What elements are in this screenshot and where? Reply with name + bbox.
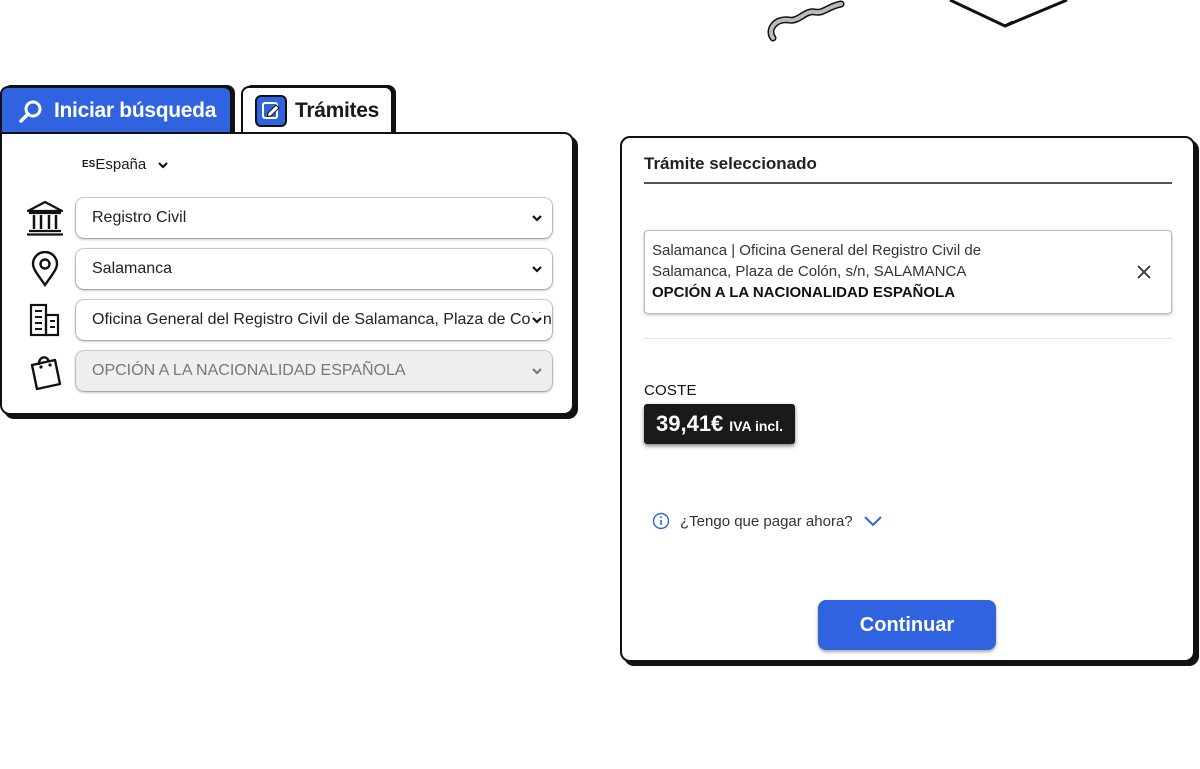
selected-procedure-panel: Trámite seleccionado Salamanca | Oficina… [620, 136, 1195, 662]
shopping-bag-icon [22, 351, 68, 391]
country-name: España [95, 156, 147, 173]
procedure-row: OPCIÓN A LA NACIONALIDAD ESPAÑOLA [22, 351, 552, 391]
title-divider [644, 182, 1172, 184]
chevron-down-icon [532, 266, 542, 273]
selected-location-line1: Salamanca | Oficina General del Registro… [652, 242, 982, 259]
category-select-value: Registro Civil [92, 209, 187, 226]
chevron-down-icon [863, 516, 882, 527]
remove-selection-button[interactable] [1127, 255, 1161, 289]
search-panel: ES España Registro Civil Salamanca Ofici… [0, 132, 574, 415]
price-amount: 39,41€ [656, 411, 724, 436]
chevron-down-icon [532, 368, 542, 375]
selected-location-line2: Salamanca, Plaza de Colón, s/n, SALAMANC… [652, 263, 967, 280]
office-select[interactable]: Oficina General del Registro Civil de Sa… [76, 300, 552, 340]
city-select[interactable]: Salamanca [76, 249, 552, 289]
category-row: Registro Civil [22, 198, 552, 238]
location-pin-icon [22, 249, 68, 289]
section-divider [644, 338, 1172, 339]
decorative-illustration [767, 0, 1068, 42]
pay-now-faq-toggle[interactable]: ¿Tengo que pagar ahora? [652, 512, 883, 530]
edit-document-icon [255, 95, 287, 127]
info-icon [652, 512, 670, 530]
chevron-down-icon [532, 215, 542, 222]
tab-tramites[interactable]: Trámites [241, 86, 393, 134]
procedure-select[interactable]: OPCIÓN A LA NACIONALIDAD ESPAÑOLA [76, 351, 552, 391]
close-icon [1137, 265, 1151, 279]
tab-search-label: Iniciar búsqueda [54, 99, 217, 122]
procedure-select-value: OPCIÓN A LA NACIONALIDAD ESPAÑOLA [92, 362, 406, 379]
institution-icon [22, 198, 68, 238]
selected-procedure-card: Salamanca | Oficina General del Registro… [644, 230, 1172, 314]
search-icon [18, 98, 44, 124]
country-selector[interactable]: ES España [82, 156, 170, 173]
price-badge: 39,41€ IVA incl. [644, 404, 795, 444]
cost-label: COSTE [644, 382, 697, 399]
price-vat: IVA incl. [729, 418, 783, 434]
continue-button[interactable]: Continuar [818, 600, 996, 650]
panel-title: Trámite seleccionado [644, 154, 817, 173]
faq-question: ¿Tengo que pagar ahora? [680, 512, 853, 530]
office-select-value: Oficina General del Registro Civil de Sa… [92, 311, 552, 328]
city-row: Salamanca [22, 249, 552, 289]
city-select-value: Salamanca [92, 260, 173, 277]
selected-procedure-name: OPCIÓN A LA NACIONALIDAD ESPAÑOLA [652, 284, 956, 301]
office-row: Oficina General del Registro Civil de Sa… [22, 300, 552, 340]
tab-search[interactable]: Iniciar búsqueda [0, 86, 232, 134]
chevron-down-icon [158, 161, 168, 169]
category-select[interactable]: Registro Civil [76, 198, 552, 238]
chevron-down-icon [530, 313, 544, 327]
tab-tramites-label: Trámites [295, 99, 379, 122]
building-icon [22, 300, 68, 340]
country-code: ES [82, 159, 96, 170]
